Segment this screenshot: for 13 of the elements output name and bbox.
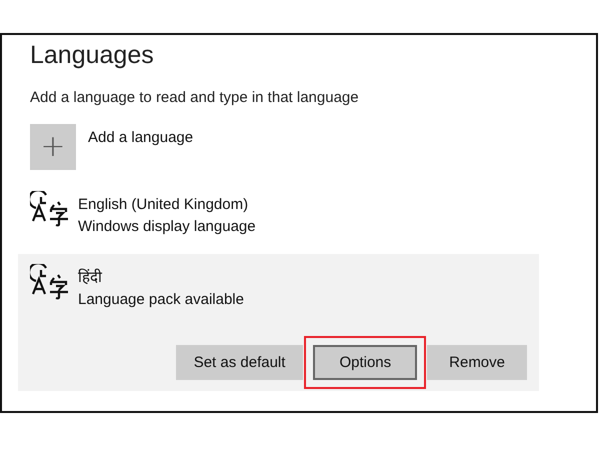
add-language-label[interactable]: Add a language bbox=[88, 129, 194, 146]
description-text: Add a language to read and type in that language bbox=[30, 89, 360, 106]
remove-button[interactable]: Remove bbox=[427, 345, 527, 380]
add-language-button[interactable]: + bbox=[30, 124, 76, 170]
language-status: Language pack available bbox=[78, 290, 245, 310]
language-status: Windows display language bbox=[78, 217, 257, 237]
language-item[interactable]: हिंदी Language pack available Set as default Options Remove bbox=[18, 254, 539, 391]
language-item[interactable]: English (United Kingdom) Windows display language bbox=[18, 194, 539, 254]
language-name: English (United Kingdom) bbox=[78, 195, 250, 215]
language-name: हिंदी bbox=[78, 268, 104, 288]
options-button[interactable]: Options bbox=[313, 345, 418, 380]
default-button[interactable]: Set as default bbox=[176, 345, 304, 380]
page-title: Languages bbox=[30, 40, 155, 71]
